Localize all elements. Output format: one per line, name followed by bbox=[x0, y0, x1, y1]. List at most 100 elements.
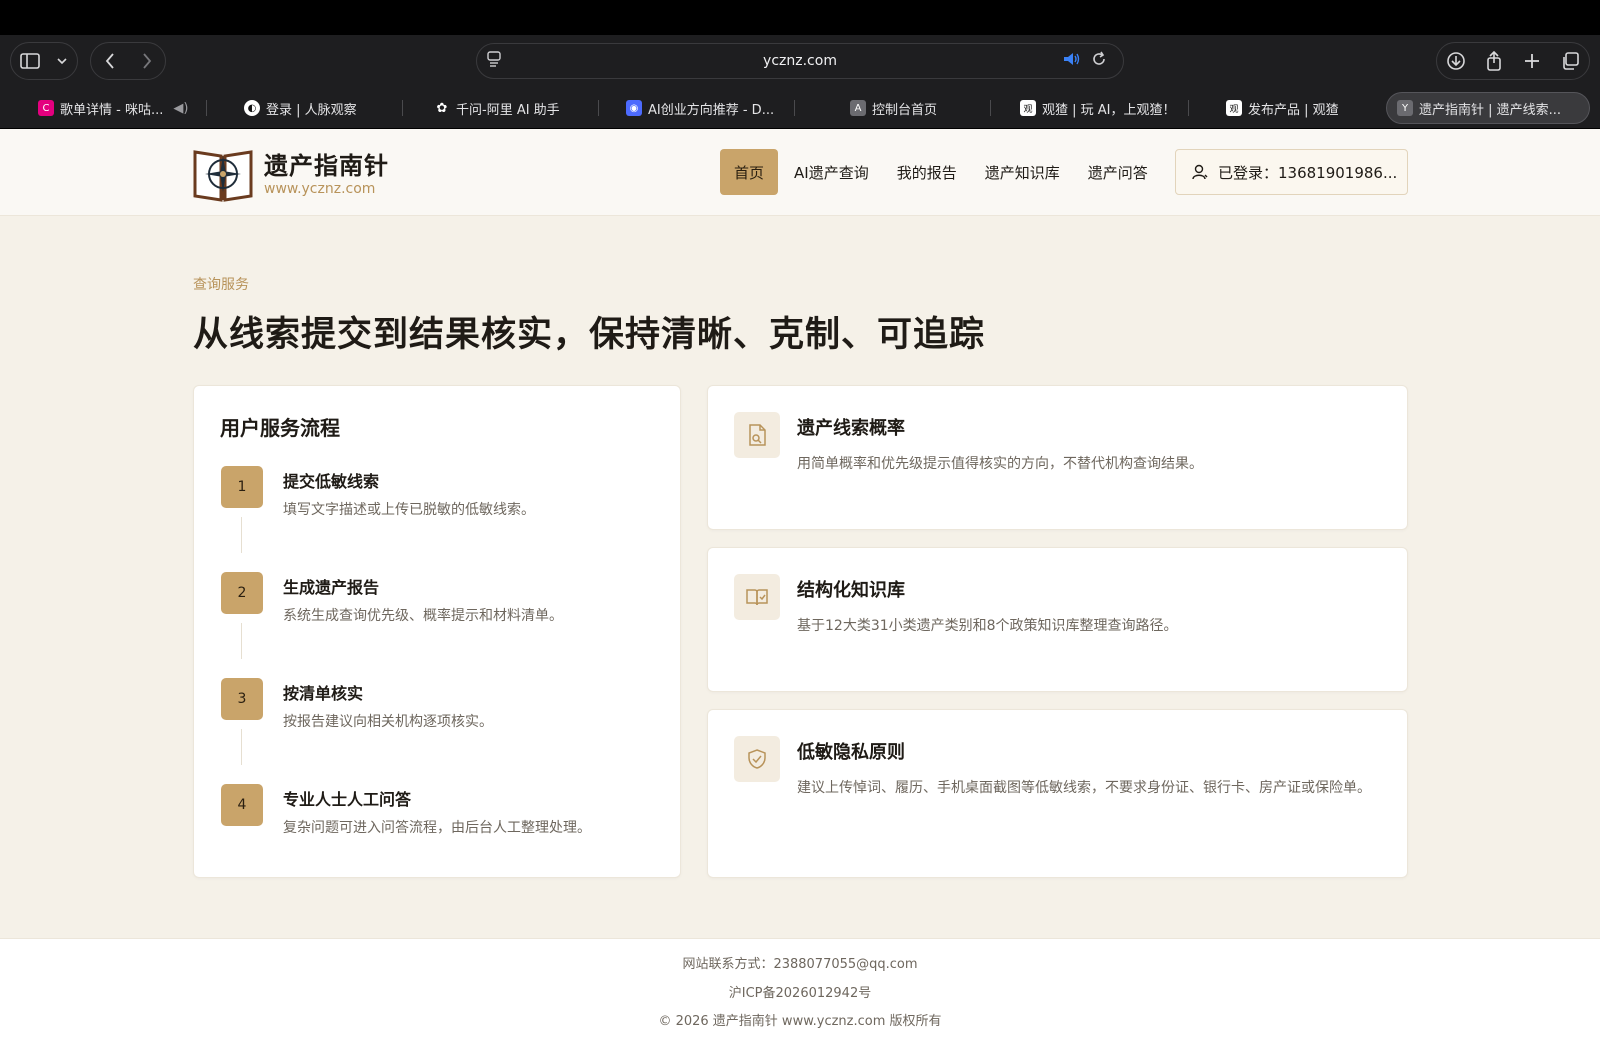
deepseek-icon: ◉ bbox=[626, 100, 642, 116]
feature-desc: 建议上传悼词、履历、手机桌面截图等低敏线索，不要求身份证、银行卡、房产证或保险单… bbox=[797, 780, 1371, 796]
feature-card-privacy: 低敏隐私原则 建议上传悼词、履历、手机桌面截图等低敏线索，不要求身份证、银行卡、… bbox=[707, 709, 1408, 878]
tab-qianwen[interactable]: ✿ 千问-阿里 AI 助手 bbox=[434, 92, 584, 124]
feature-card-probability: 遗产线索概率 用简单概率和优先级提示值得核实的方向，不替代机构查询结果。 bbox=[707, 385, 1408, 530]
tab-divider bbox=[794, 100, 795, 116]
flow-step: 3 按清单核实 按报告建议向相关机构逐项核实。 bbox=[221, 678, 661, 765]
site-header: 遗产指南针 www.ycznz.com 首页 AI遗产查询 我的报告 遗产知识库… bbox=[0, 129, 1600, 216]
footer-contact: 网站联系方式：2388077055@qq.com bbox=[682, 957, 918, 972]
flow-title: 用户服务流程 bbox=[220, 416, 340, 440]
step-number: 2 bbox=[221, 572, 263, 614]
tab-divider bbox=[206, 100, 207, 116]
tab-divider bbox=[402, 100, 403, 116]
step-number: 1 bbox=[221, 466, 263, 508]
tab-ycznz[interactable]: Y 遗产指南针 | 遗产线索... bbox=[1386, 92, 1590, 124]
sidebar-icon[interactable] bbox=[11, 43, 49, 79]
ycznz-tab-icon: Y bbox=[1397, 100, 1413, 116]
user-icon bbox=[1192, 164, 1208, 180]
step-title: 专业人士人工问答 bbox=[283, 790, 412, 809]
reload-icon[interactable] bbox=[1091, 51, 1107, 71]
brand-title[interactable]: 遗产指南针 bbox=[264, 146, 389, 181]
back-icon[interactable] bbox=[91, 43, 128, 79]
tab-guancha-publish[interactable]: 观 发布产品 | 观猹 bbox=[1226, 92, 1356, 124]
qianwen-icon: ✿ bbox=[436, 100, 448, 116]
feature-card-knowledge: 结构化知识库 基于12大类31小类遗产类别和8个政策知识库整理查询路径。 bbox=[707, 547, 1408, 692]
footer-copyright: © 2026 遗产指南针 www.ycznz.com 版权所有 bbox=[658, 1014, 942, 1029]
tab-label: 观猹 | 玩 AI，上观猹！ bbox=[1042, 102, 1176, 118]
nav-knowledge-base[interactable]: 遗产知识库 bbox=[971, 149, 1074, 195]
nav-my-reports[interactable]: 我的报告 bbox=[883, 149, 971, 195]
nav-ai-query[interactable]: AI遗产查询 bbox=[780, 149, 883, 195]
speaker-icon[interactable] bbox=[1063, 52, 1081, 70]
compass-logo-icon[interactable] bbox=[193, 144, 253, 202]
step-title: 生成遗产报告 bbox=[283, 578, 380, 597]
toolbar-actions bbox=[1436, 42, 1590, 80]
flow-step: 4 专业人士人工问答 复杂问题可进入问答流程，由后台人工整理处理。 bbox=[221, 784, 661, 844]
chevron-down-icon[interactable] bbox=[49, 43, 75, 79]
guancha-icon: 观 bbox=[1020, 100, 1036, 116]
footer-icp-link[interactable]: 沪ICP备2026012942号 bbox=[0, 982, 1600, 1001]
login-status-button[interactable]: 已登录：13681901986... bbox=[1175, 149, 1408, 195]
address-text: ycznz.com bbox=[763, 53, 837, 69]
section-eyebrow: 查询服务 bbox=[193, 277, 249, 293]
step-connector bbox=[241, 729, 242, 765]
migu-icon: C bbox=[38, 100, 54, 116]
feature-desc: 用简单概率和优先级提示值得核实的方向，不替代机构查询结果。 bbox=[797, 456, 1203, 472]
history-nav-group bbox=[90, 42, 166, 80]
step-number: 3 bbox=[221, 678, 263, 720]
step-title: 提交低敏线索 bbox=[283, 472, 380, 491]
tab-migu[interactable]: C 歌单详情 - 咪咕... ◀︎) bbox=[38, 92, 208, 124]
step-title: 按清单核实 bbox=[283, 684, 364, 703]
feature-title: 结构化知识库 bbox=[797, 580, 905, 601]
tab-renmai[interactable]: ◐ 登录 | 人脉观察 bbox=[244, 92, 394, 124]
document-icon bbox=[734, 412, 780, 458]
step-connector bbox=[241, 623, 242, 659]
flow-step: 1 提交低敏线索 填写文字描述或上传已脱敏的低敏线索。 bbox=[221, 466, 661, 553]
tab-bar: C 歌单详情 - 咪咕... ◀︎) ◐ 登录 | 人脉观察 ✿ 千问-阿里 A… bbox=[0, 87, 1600, 129]
step-number: 4 bbox=[221, 784, 263, 826]
browser-toolbar: ycznz.com bbox=[0, 35, 1600, 87]
tab-divider bbox=[1188, 100, 1189, 116]
tab-label: 登录 | 人脉观察 bbox=[266, 102, 357, 118]
shield-icon bbox=[734, 736, 780, 782]
tab-overview-icon[interactable] bbox=[1551, 43, 1589, 79]
step-desc: 填写文字描述或上传已脱敏的低敏线索。 bbox=[283, 502, 535, 518]
console-icon: A bbox=[850, 100, 866, 116]
new-tab-icon[interactable] bbox=[1513, 43, 1551, 79]
nav-home[interactable]: 首页 bbox=[720, 149, 779, 195]
address-bar[interactable]: ycznz.com bbox=[476, 43, 1124, 79]
renmai-icon: ◐ bbox=[244, 100, 260, 116]
service-flow-card: 用户服务流程 1 提交低敏线索 填写文字描述或上传已脱敏的低敏线索。 2 生成遗… bbox=[193, 385, 681, 878]
tab-divider bbox=[598, 100, 599, 116]
tab-label: 歌单详情 - 咪咕... bbox=[60, 102, 164, 118]
feature-title: 低敏隐私原则 bbox=[797, 742, 905, 763]
download-icon[interactable] bbox=[1437, 43, 1475, 79]
tab-label: 遗产指南针 | 遗产线索... bbox=[1419, 102, 1562, 118]
step-desc: 系统生成查询优先级、概率提示和材料清单。 bbox=[283, 608, 563, 624]
site-footer: 网站联系方式：2388077055@qq.com 沪ICP备2026012942… bbox=[0, 938, 1600, 1039]
window-top-bar bbox=[0, 0, 1600, 35]
step-connector bbox=[241, 517, 242, 553]
brand-url: www.ycznz.com bbox=[264, 181, 376, 197]
book-icon bbox=[734, 574, 780, 620]
tab-deepseek[interactable]: ◉ AI创业方向推荐 - D... bbox=[626, 92, 786, 124]
guancha-icon: 观 bbox=[1226, 100, 1242, 116]
feature-desc: 基于12大类31小类遗产类别和8个政策知识库整理查询路径。 bbox=[797, 618, 1178, 634]
tab-divider bbox=[990, 100, 991, 116]
step-desc: 复杂问题可进入问答流程，由后台人工整理处理。 bbox=[283, 820, 591, 836]
feature-title: 遗产线索概率 bbox=[797, 418, 905, 439]
tab-console[interactable]: A 控制台首页 bbox=[850, 92, 960, 124]
tab-label: 发布产品 | 观猹 bbox=[1248, 102, 1339, 118]
forward-icon[interactable] bbox=[128, 43, 165, 79]
nav-qa[interactable]: 遗产问答 bbox=[1074, 149, 1162, 195]
audio-playing-icon[interactable]: ◀︎) bbox=[173, 101, 188, 116]
login-label: 已登录：13681901986... bbox=[1218, 163, 1398, 182]
flow-step: 2 生成遗产报告 系统生成查询优先级、概率提示和材料清单。 bbox=[221, 572, 661, 659]
share-icon[interactable] bbox=[1475, 43, 1513, 79]
tab-label: 千问-阿里 AI 助手 bbox=[456, 102, 560, 118]
sidebar-toggle-group[interactable] bbox=[10, 42, 78, 80]
tab-guancha[interactable]: 观 观猹 | 玩 AI，上观猹！ bbox=[1020, 92, 1190, 124]
main-nav: 首页 AI遗产查询 我的报告 遗产知识库 遗产问答 bbox=[720, 149, 1162, 195]
step-desc: 按报告建议向相关机构逐项核实。 bbox=[283, 714, 493, 730]
tab-label: AI创业方向推荐 - D... bbox=[648, 102, 775, 118]
page-title: 从线索提交到结果核实，保持清晰、克制、可追踪 bbox=[193, 315, 986, 355]
